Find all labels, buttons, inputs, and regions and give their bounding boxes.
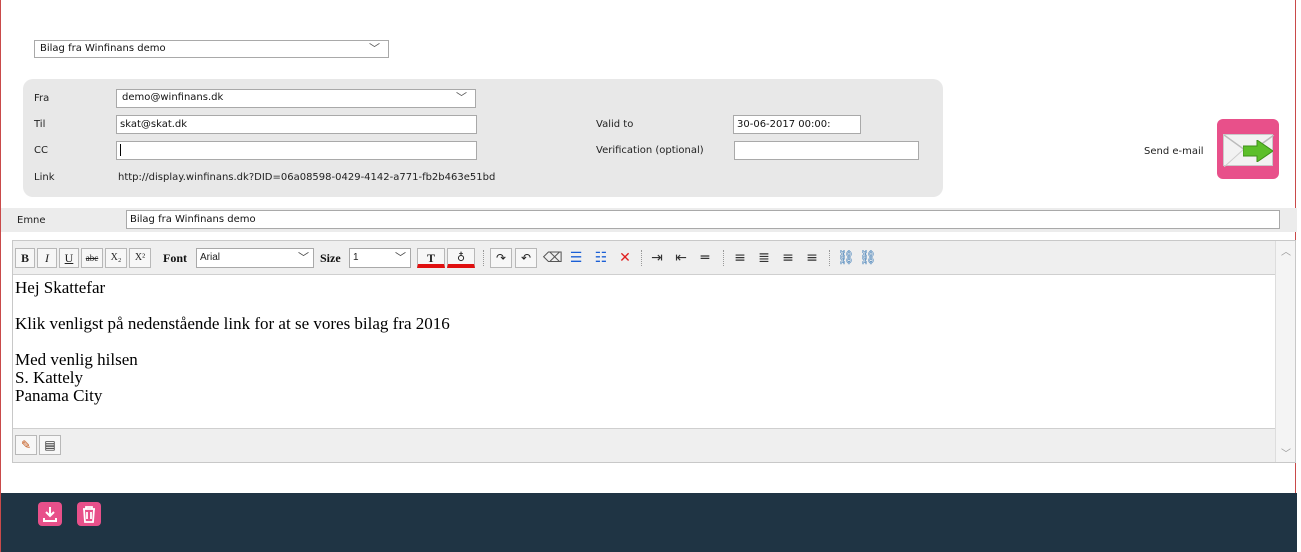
align-justify-icon[interactable]: ≣ bbox=[756, 250, 772, 266]
align-left-icon[interactable]: ≡ bbox=[780, 250, 796, 266]
verification-input[interactable] bbox=[734, 141, 919, 160]
align-right-icon[interactable]: ≡ bbox=[804, 250, 820, 266]
chevron-down-icon: ﹀ bbox=[456, 91, 467, 104]
valid-to-label: Valid to bbox=[596, 119, 634, 130]
delete-button[interactable] bbox=[77, 502, 101, 526]
chevron-down-icon: ﹀ bbox=[369, 42, 380, 55]
remove-format-icon[interactable]: ☷ bbox=[593, 250, 609, 266]
cc-label: CC bbox=[34, 145, 48, 156]
link-value: http://display.winfinans.dk?DID=06a08598… bbox=[118, 172, 496, 183]
subject-input[interactable]: Bilag fra Winfinans demo bbox=[126, 210, 1280, 229]
toolbar-separator bbox=[723, 250, 724, 266]
subscript-button[interactable]: X₂ bbox=[105, 248, 127, 268]
italic-button[interactable]: I bbox=[37, 248, 57, 268]
download-icon bbox=[43, 507, 57, 522]
remove-link-icon[interactable]: ⛓ bbox=[859, 250, 877, 266]
delete-icon[interactable]: ✕ bbox=[617, 250, 633, 266]
font-label: Font bbox=[163, 251, 187, 265]
horizontal-rule-icon[interactable]: ═ bbox=[697, 250, 713, 266]
indent-icon[interactable]: ⇥ bbox=[649, 250, 665, 266]
valid-to-input[interactable]: 30-06-2017 00:00: bbox=[733, 115, 861, 134]
link-label: Link bbox=[34, 172, 55, 183]
subject-value: Bilag fra Winfinans demo bbox=[130, 214, 256, 225]
html-mode-icon: ▤ bbox=[44, 438, 56, 452]
size-label: Size bbox=[320, 251, 341, 265]
text-color-button[interactable]: T bbox=[417, 248, 445, 268]
chevron-down-icon: ﹀ bbox=[298, 252, 309, 264]
bottom-action-bar bbox=[1, 493, 1297, 552]
undo-icon: ↶ bbox=[520, 251, 532, 265]
template-select[interactable]: Bilag fra Winfinans demo ﹀ bbox=[34, 40, 389, 58]
subject-label: Emne bbox=[17, 215, 46, 226]
text-cursor bbox=[120, 144, 121, 156]
redo-icon: ↷ bbox=[495, 251, 507, 265]
body-line: S. Kattely bbox=[15, 368, 83, 387]
editor-toolbar: B I U abc X₂ X² Font Arial ﹀ Size 1 ﹀ T … bbox=[13, 241, 1275, 275]
toolbar-separator bbox=[641, 250, 642, 266]
toolbar-separator bbox=[829, 250, 830, 266]
til-value: skat@skat.dk bbox=[120, 119, 188, 130]
scroll-down-icon[interactable]: ﹀ bbox=[1281, 445, 1291, 460]
select-all-icon[interactable]: ☰ bbox=[568, 250, 584, 266]
body-line: Klik venligst på nedenstående link for a… bbox=[15, 314, 450, 333]
rich-text-editor: B I U abc X₂ X² Font Arial ﹀ Size 1 ﹀ T … bbox=[12, 240, 1296, 463]
redo-button[interactable]: ↷ bbox=[490, 248, 512, 268]
highlight-color-button[interactable]: ♁ bbox=[447, 248, 475, 268]
editor-mode-bar: ✎ ▤ bbox=[13, 428, 1275, 462]
strikethrough-button[interactable]: abc bbox=[81, 248, 103, 268]
valid-to-value: 30-06-2017 00:00: bbox=[737, 119, 831, 130]
outdent-icon[interactable]: ⇤ bbox=[673, 250, 689, 266]
body-line: Panama City bbox=[15, 386, 103, 405]
til-label: Til bbox=[34, 119, 46, 130]
font-value: Arial bbox=[200, 252, 221, 263]
font-select[interactable]: Arial ﹀ bbox=[196, 248, 314, 268]
fra-value: demo@winfinans.dk bbox=[122, 92, 224, 103]
size-select[interactable]: 1 ﹀ bbox=[349, 248, 411, 268]
editor-scrollbar[interactable]: ︿ ﹀ bbox=[1275, 241, 1295, 462]
design-mode-button[interactable]: ✎ bbox=[15, 435, 37, 455]
cc-input[interactable] bbox=[116, 141, 477, 160]
send-email-button[interactable] bbox=[1217, 119, 1279, 179]
eraser-icon[interactable]: ⌫ bbox=[543, 250, 563, 266]
email-window: Bilag fra Winfinans demo ﹀ Fra demo@winf… bbox=[0, 0, 1297, 552]
trash-icon bbox=[83, 506, 95, 523]
download-button[interactable] bbox=[38, 502, 62, 526]
insert-link-icon[interactable]: ⛓ bbox=[837, 250, 855, 266]
body-line: Med venlig hilsen bbox=[15, 350, 138, 369]
arrow-right-icon bbox=[1243, 140, 1273, 162]
body-line: Hej Skattefar bbox=[15, 278, 106, 297]
send-email-label: Send e-mail bbox=[1144, 146, 1204, 157]
fra-select[interactable]: demo@winfinans.dk ﹀ bbox=[116, 89, 476, 108]
chevron-down-icon: ﹀ bbox=[395, 252, 406, 264]
html-mode-button[interactable]: ▤ bbox=[39, 435, 61, 455]
editor-content[interactable]: Hej Skattefar Klik venligst på nedenståe… bbox=[13, 276, 1275, 428]
fra-label: Fra bbox=[34, 93, 50, 104]
template-select-value: Bilag fra Winfinans demo bbox=[40, 43, 166, 54]
verification-label: Verification (optional) bbox=[596, 145, 704, 156]
subject-row: Emne Bilag fra Winfinans demo bbox=[1, 208, 1297, 232]
superscript-button[interactable]: X² bbox=[129, 248, 151, 268]
undo-button[interactable]: ↶ bbox=[515, 248, 537, 268]
email-header-panel: Fra demo@winfinans.dk ﹀ Til skat@skat.dk… bbox=[23, 79, 943, 197]
size-value: 1 bbox=[353, 252, 359, 263]
bold-button[interactable]: B bbox=[15, 248, 35, 268]
design-mode-icon: ✎ bbox=[20, 438, 32, 452]
scroll-up-icon[interactable]: ︿ bbox=[1281, 243, 1291, 258]
underline-button[interactable]: U bbox=[59, 248, 79, 268]
toolbar-separator bbox=[483, 250, 484, 266]
align-center-icon[interactable]: ≡ bbox=[732, 250, 748, 266]
paint-bucket-icon: ♁ bbox=[456, 251, 466, 264]
til-input[interactable]: skat@skat.dk bbox=[116, 115, 477, 134]
